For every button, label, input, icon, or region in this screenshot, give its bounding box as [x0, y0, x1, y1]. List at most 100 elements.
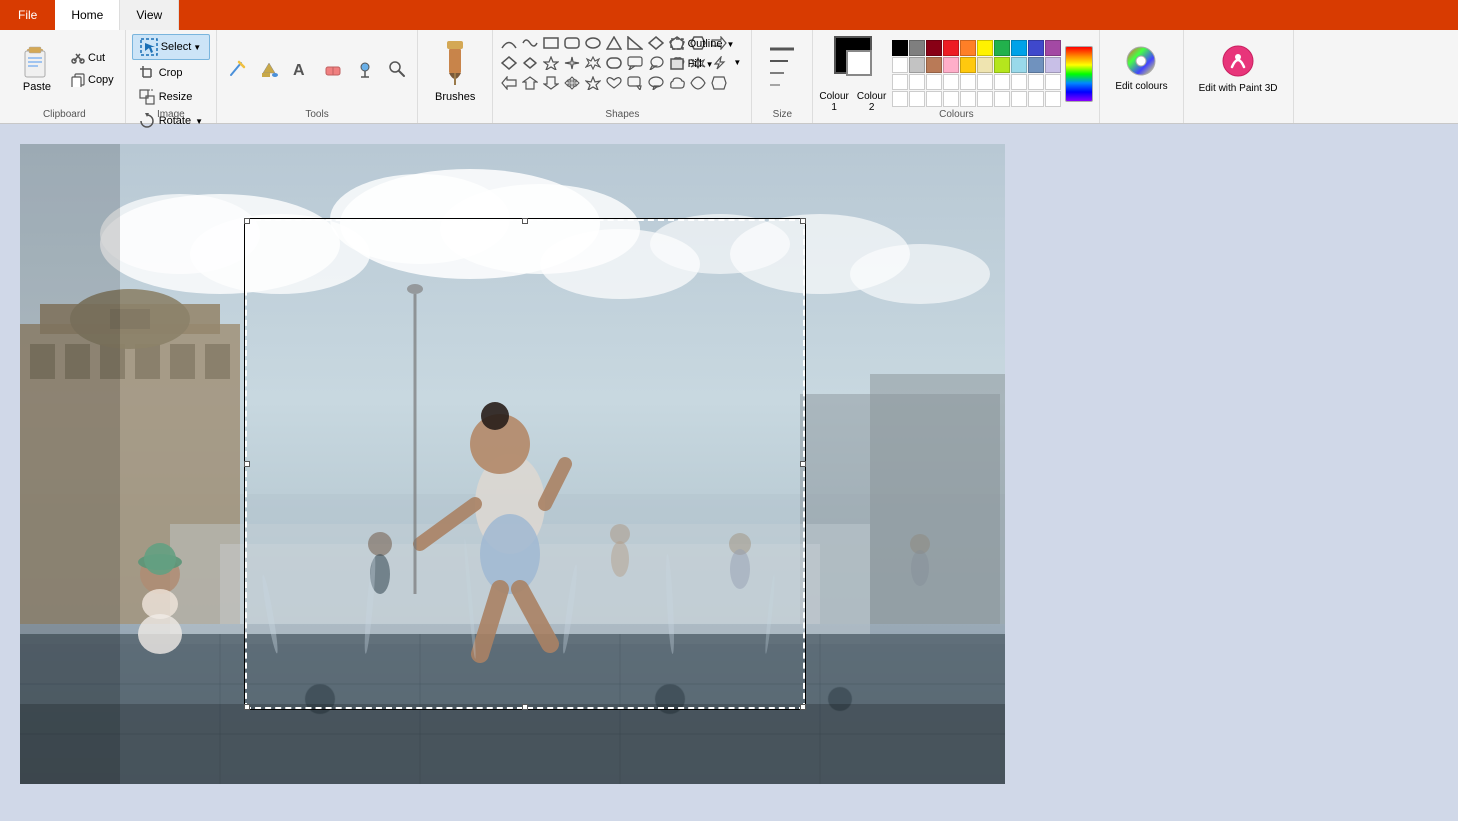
shape-star6[interactable] [583, 54, 603, 72]
shape-heart[interactable] [604, 74, 624, 92]
shape-left-arrow[interactable] [499, 74, 519, 92]
image-group: Select ▼ Crop [126, 30, 217, 123]
tools-group: A [217, 30, 418, 123]
shape-star4[interactable] [562, 54, 582, 72]
colour-cell[interactable] [994, 91, 1010, 107]
colour-cell[interactable] [926, 74, 942, 90]
shape-down-arrow[interactable] [541, 74, 561, 92]
colour-cell[interactable] [977, 91, 993, 107]
shape-star5[interactable] [541, 54, 561, 72]
cut-button[interactable]: Cut [66, 48, 119, 68]
shape-rect-rounded2[interactable] [604, 54, 624, 72]
select-button[interactable]: Select ▼ [132, 34, 210, 60]
shape-rounded-rect[interactable] [562, 34, 582, 52]
paste-label: Paste [23, 81, 51, 93]
resize-icon [139, 89, 155, 105]
outline-label: Outline [688, 38, 723, 50]
pencil-icon [227, 59, 247, 79]
colour-cell[interactable] [1045, 40, 1061, 56]
colour-cell[interactable] [926, 91, 942, 107]
fill-tool-button[interactable] [255, 55, 283, 83]
colour-cell[interactable] [994, 57, 1010, 73]
shape-callout[interactable] [625, 54, 645, 72]
brushes-button[interactable]: Brushes [424, 34, 486, 108]
tab-home[interactable]: Home [55, 0, 120, 30]
colour-cell[interactable] [892, 57, 908, 73]
shape-rounded-diamond[interactable] [520, 54, 540, 72]
size-group: Size [752, 30, 813, 123]
pencil-button[interactable] [223, 55, 251, 83]
svg-text:A: A [293, 62, 305, 79]
shape-callout2[interactable] [625, 74, 645, 92]
ribbon: Paste Cut [0, 30, 1458, 124]
canvas-image[interactable] [20, 144, 1005, 784]
shape-squiggle[interactable] [520, 34, 540, 52]
resize-button[interactable]: Resize [132, 86, 210, 108]
colour-cell[interactable] [994, 74, 1010, 90]
paste-icon [19, 45, 55, 81]
colour-cell[interactable] [1028, 74, 1044, 90]
colour-cell[interactable] [943, 40, 959, 56]
colour-cell[interactable] [960, 74, 976, 90]
shape-diamond2[interactable] [499, 54, 519, 72]
eraser-button[interactable] [319, 55, 347, 83]
colour-cell[interactable] [1011, 91, 1027, 107]
colour-cell[interactable] [994, 40, 1010, 56]
colour-cell[interactable] [977, 57, 993, 73]
text-icon: A [291, 59, 311, 79]
tab-file[interactable]: File [0, 0, 55, 30]
crop-button[interactable]: Crop [132, 62, 210, 84]
shape-4way-arrow[interactable] [562, 74, 582, 92]
shape-curve[interactable] [499, 34, 519, 52]
shape-triangle[interactable] [604, 34, 624, 52]
shape-ellipse[interactable] [583, 34, 603, 52]
colour-cell[interactable] [1011, 40, 1027, 56]
brushes-group: Brushes [418, 30, 493, 123]
rainbow-swatch[interactable] [1065, 46, 1093, 102]
colour-cell[interactable] [909, 91, 925, 107]
colour-cell[interactable] [943, 91, 959, 107]
edit-paint3d-button[interactable]: Edit with Paint 3D [1190, 38, 1287, 100]
colour-cell[interactable] [1045, 91, 1061, 107]
magnifier-button[interactable] [383, 55, 411, 83]
colour-cell[interactable] [1028, 91, 1044, 107]
tools-label: Tools [217, 109, 417, 120]
colour-cell[interactable] [892, 91, 908, 107]
brushes-icon [435, 39, 475, 89]
colour-cell[interactable] [960, 91, 976, 107]
colour-cell[interactable] [1011, 74, 1027, 90]
fill-button[interactable]: Fill ▼ [663, 54, 742, 74]
copy-button[interactable]: Copy [66, 70, 119, 90]
colour1-swatch[interactable] [832, 34, 874, 90]
colour-cell[interactable] [909, 57, 925, 73]
colour-cell[interactable] [909, 74, 925, 90]
colour-cell[interactable] [926, 57, 942, 73]
colour-cell[interactable] [1028, 57, 1044, 73]
paste-button[interactable]: Paste [10, 34, 64, 103]
colour-cell[interactable] [943, 57, 959, 73]
shape-up-arrow[interactable] [520, 74, 540, 92]
colour-cell[interactable] [943, 74, 959, 90]
shape-star3[interactable] [583, 74, 603, 92]
shape-right-triangle[interactable] [625, 34, 645, 52]
colour-palette [892, 40, 1061, 107]
edit-colours-button[interactable]: Edit colours [1106, 40, 1176, 98]
colour-cell[interactable] [977, 40, 993, 56]
colour-cell[interactable] [1011, 57, 1027, 73]
colour-cell[interactable] [977, 74, 993, 90]
colour-cell[interactable] [960, 57, 976, 73]
shape-rectangle[interactable] [541, 34, 561, 52]
color-picker-button[interactable] [351, 55, 379, 83]
colour-cell[interactable] [892, 40, 908, 56]
colour-cell[interactable] [926, 40, 942, 56]
colour-cell[interactable] [909, 40, 925, 56]
colour-cell[interactable] [1045, 57, 1061, 73]
colour-cell[interactable] [1028, 40, 1044, 56]
outline-button[interactable]: Outline ▼ [663, 34, 742, 54]
colour-cell[interactable] [892, 74, 908, 90]
size-button[interactable] [758, 41, 806, 97]
colour-cell[interactable] [1045, 74, 1061, 90]
colour-cell[interactable] [960, 40, 976, 56]
tab-view[interactable]: View [120, 0, 179, 30]
text-button[interactable]: A [287, 55, 315, 83]
